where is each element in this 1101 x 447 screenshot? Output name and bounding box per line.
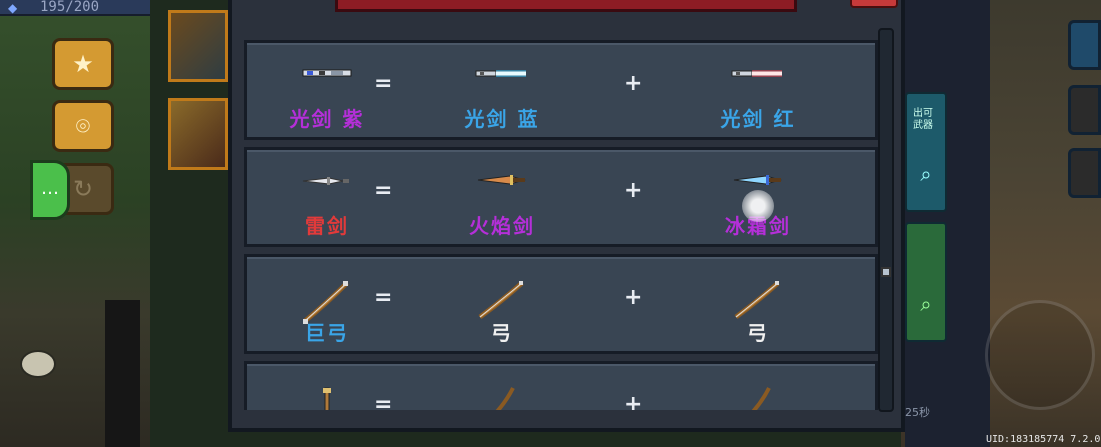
ingredient-item[interactable]: 光剑 蓝 [417,43,587,137]
ingredient-item[interactable] [673,364,843,410]
ingredient-item[interactable]: 火焰剑 [417,150,587,244]
staff-icon [317,386,337,410]
star-button[interactable]: ★ [52,38,114,90]
scrollbar[interactable] [878,28,894,412]
more-options-tab[interactable]: … [30,160,70,220]
scroll-thumb[interactable] [881,267,891,277]
recipe-row[interactable]: = + [244,361,878,410]
plus-sign: + [624,285,643,310]
plus-sign: + [624,178,643,203]
weapon-name: 光剑 红 [720,107,796,131]
plus-sign: + [624,392,643,410]
ingredient-item[interactable]: 光剑 红 [673,43,843,137]
recipe-row[interactable]: 光剑 紫 光剑 蓝 光剑 红 = + [244,40,878,140]
rock-icon [20,350,56,378]
recipe-row[interactable]: 巨弓 弓 弓 = + [244,254,878,354]
weapon-name: 雷剑 [305,214,349,238]
weapon-name: 弓 [491,321,513,345]
close-button[interactable] [850,0,898,8]
weapon-name: 弓 [747,321,769,345]
thunder-sword-icon [299,172,355,191]
weapon-name: 巨弓 [305,321,349,345]
gem-icon: ◆ [8,1,18,15]
ingredient-item[interactable] [417,364,587,410]
dialog-title-tab [335,0,797,12]
virtual-joystick[interactable] [985,300,1095,410]
recipe-row[interactable]: 雷剑 火焰剑 冰霜剑 = + [244,147,878,247]
ingredient-item[interactable]: 弓 [417,257,587,351]
blue-lightsaber-icon [474,65,530,84]
purple-lightsaber-icon [299,65,355,84]
magnifier-icon[interactable]: ⌕ [912,162,940,190]
character-thumbnail[interactable] [168,10,228,82]
frost-sword-icon [730,172,786,192]
side-card-label: 出可 武器 [913,108,933,131]
gem-count: 195/200 [40,0,100,15]
touch-indicator [742,190,774,222]
ellipsis-icon: … [41,178,59,199]
crossbow-icon [487,386,517,410]
equals-sign: = [374,285,393,310]
flame-sword-icon [474,172,530,192]
location-button[interactable]: ⌾ [52,100,114,152]
ingredient-item[interactable]: 弓 [673,257,843,351]
refresh-icon: ↻ [72,175,94,203]
red-lightsaber-icon [730,65,786,84]
star-icon: ★ [72,50,94,78]
side-card-weapons[interactable]: 出可 武器 [905,92,947,212]
recipe-list[interactable]: 光剑 紫 光剑 蓝 光剑 红 = + 雷剑 火焰剑 冰霜剑 = + 巨弓 弓 弓 = + [244,40,878,410]
right-profile-button[interactable] [1068,85,1101,135]
uid-label: UID:183185774 7.2.0.17 [986,434,1101,445]
right-menu-button[interactable] [1068,20,1101,70]
side-card-green[interactable] [905,222,947,342]
map-pin-icon: ⌾ [75,112,91,140]
timer-text: 25秒 [905,406,930,419]
weapon-name: 光剑 蓝 [464,107,540,131]
weapon-name: 光剑 紫 [289,107,365,131]
right-exit-button[interactable] [1068,148,1101,198]
gem-counter: ◆ 195/200 [0,0,150,16]
equals-sign: = [374,392,393,410]
equals-sign: = [374,71,393,96]
crossbow-icon [743,386,773,410]
magnifier-icon-green[interactable]: ⌕ [912,292,940,320]
plus-sign: + [624,71,643,96]
equals-sign: = [374,178,393,203]
chest-thumbnail[interactable] [168,98,228,170]
weapon-name: 火焰剑 [469,214,535,238]
